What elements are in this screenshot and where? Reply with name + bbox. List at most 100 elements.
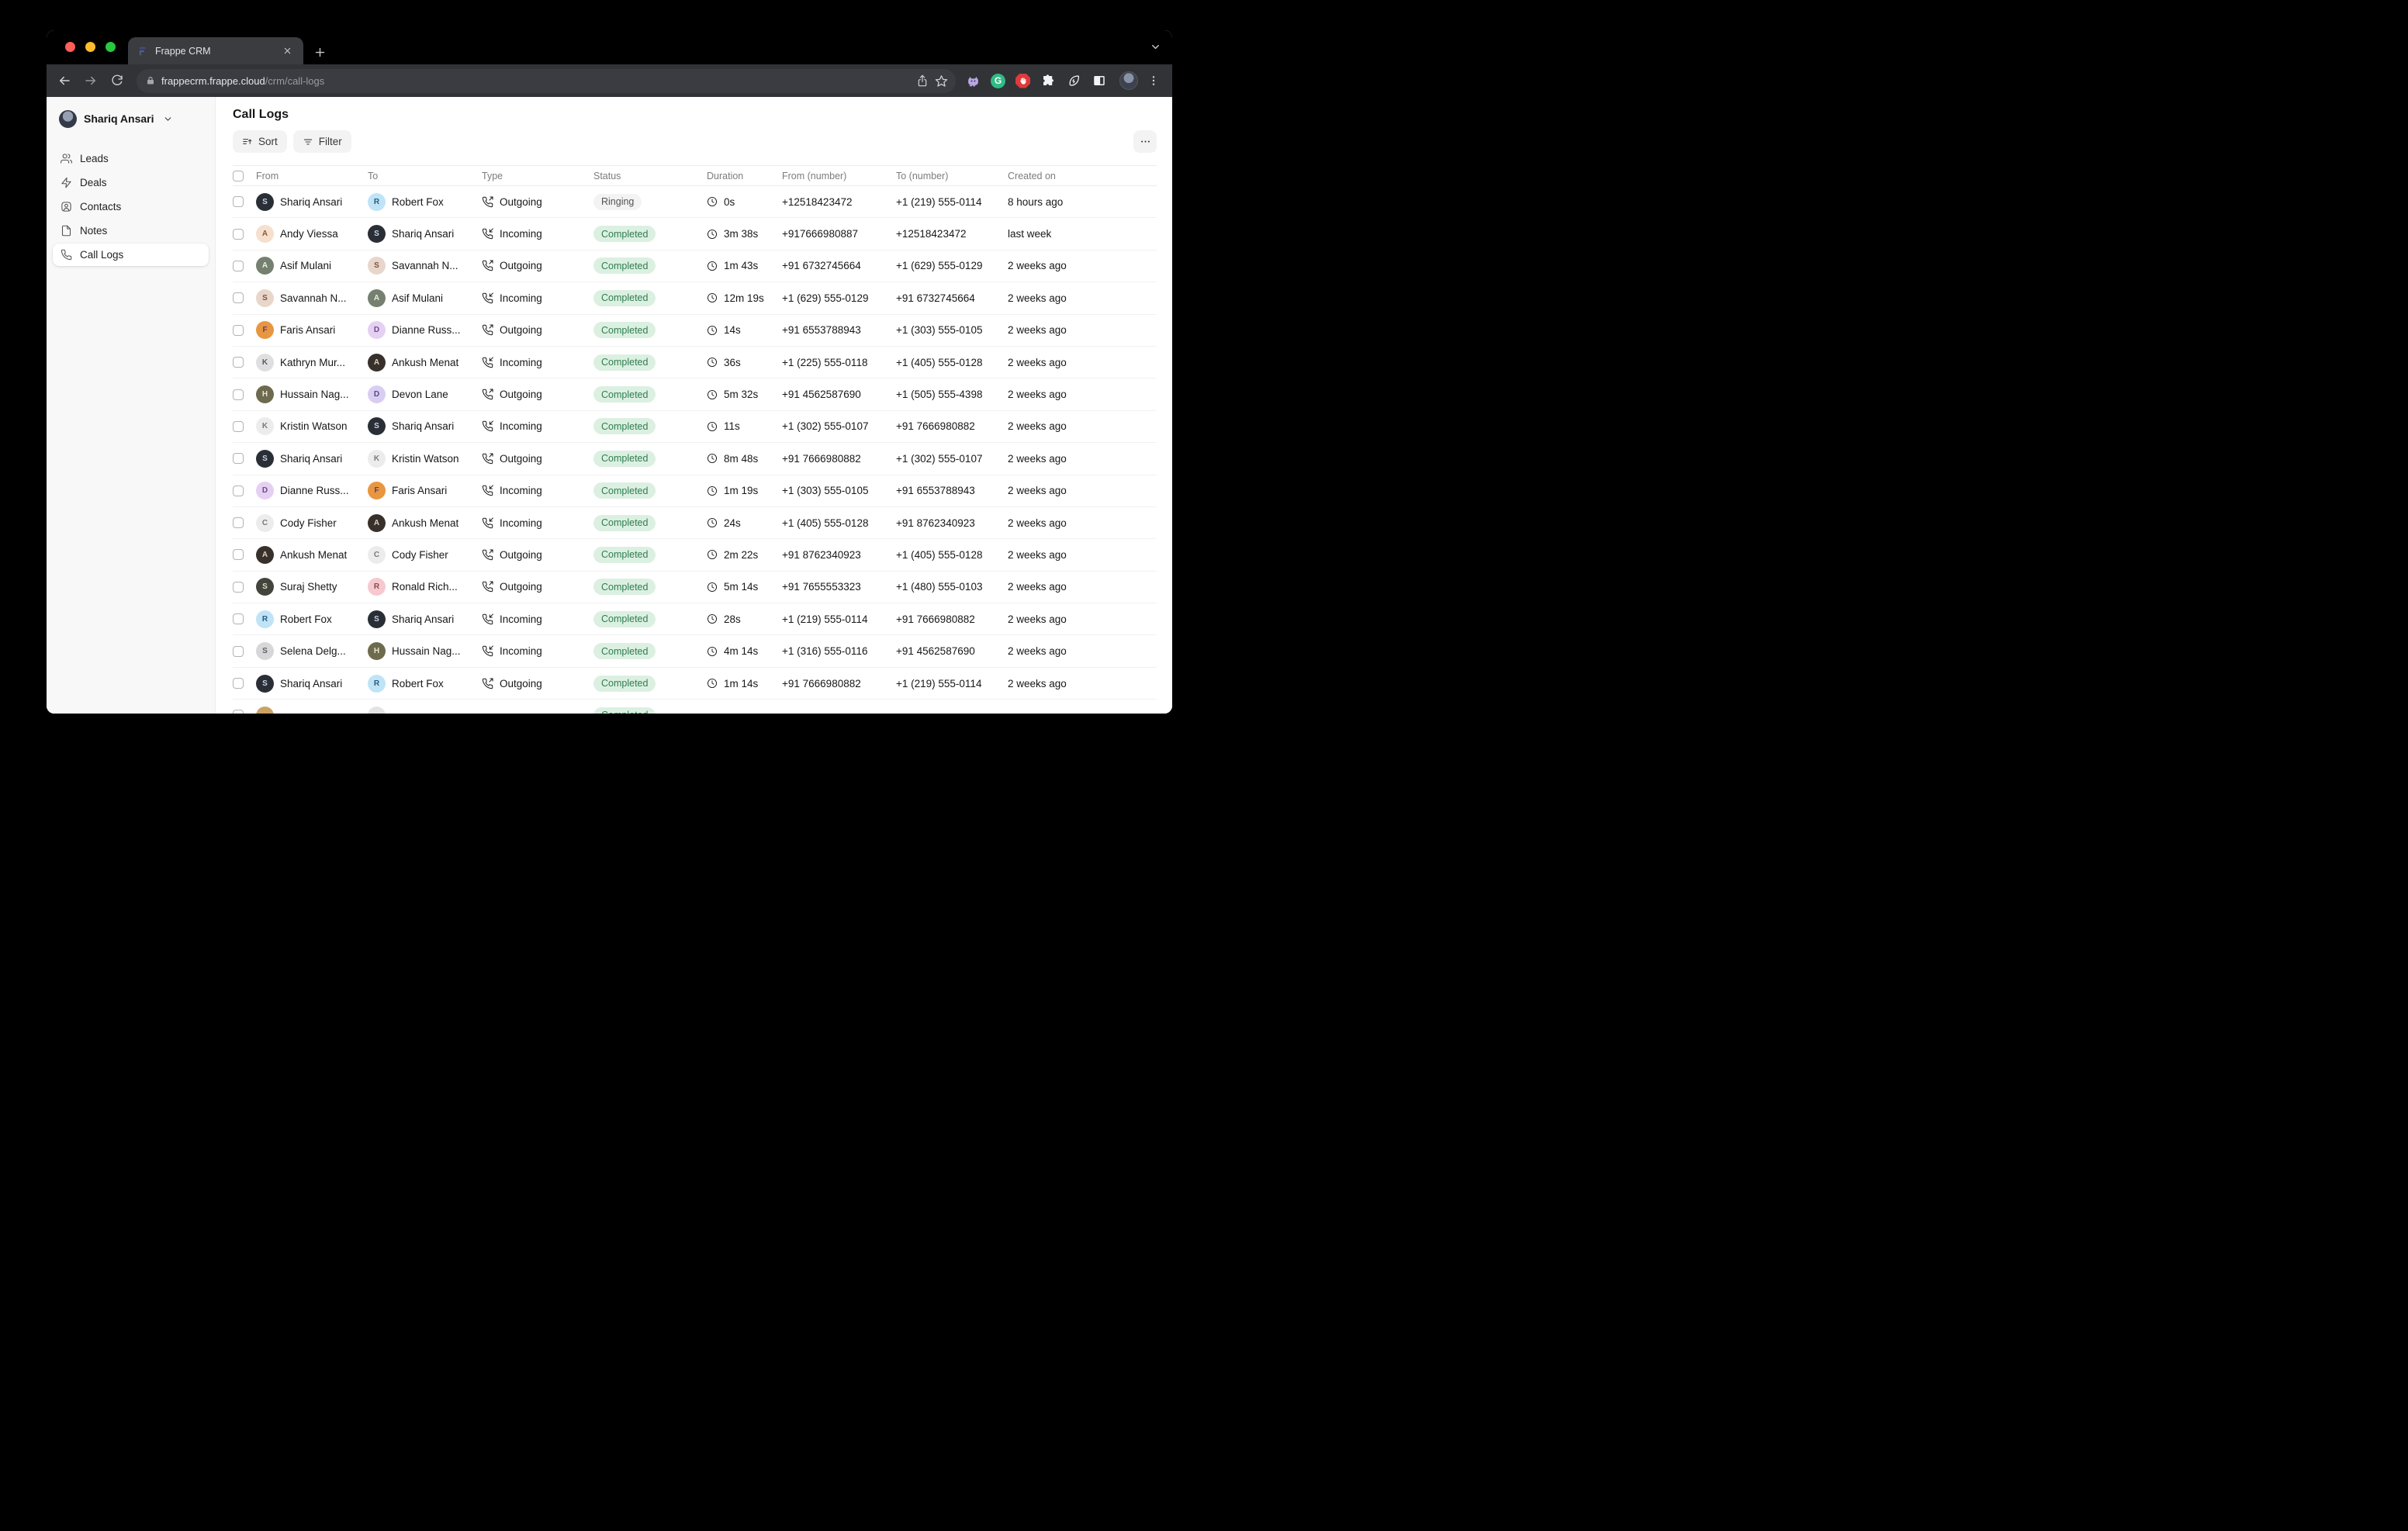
to-cell: A Asif Mulani <box>368 289 482 307</box>
to-cell: D Devon Lane <box>368 385 482 403</box>
table-row[interactable]: A Asif Mulani S Savannah N... Outgoing C… <box>233 251 1157 282</box>
share-icon[interactable] <box>916 74 929 87</box>
row-checkbox[interactable] <box>233 453 256 464</box>
frappe-favicon-icon <box>137 46 148 57</box>
table-row[interactable]: S Suraj Shetty R Ronald Rich... Outgoing… <box>233 572 1157 603</box>
row-checkbox[interactable] <box>233 549 256 560</box>
table-row[interactable]: K Kathryn Mur... A Ankush Menat Incoming… <box>233 347 1157 378</box>
sidebar-item-leads[interactable]: Leads <box>53 147 209 170</box>
tab-search-chevron-icon[interactable] <box>1150 41 1161 53</box>
lock-icon[interactable] <box>146 76 155 85</box>
minimize-window-button[interactable] <box>85 42 95 52</box>
table-row[interactable]: Completed <box>233 700 1157 714</box>
zoom-window-button[interactable] <box>106 42 116 52</box>
sidebar-item-deals[interactable]: Deals <box>53 171 209 194</box>
row-checkbox[interactable] <box>233 389 256 400</box>
row-checkbox[interactable] <box>233 646 256 657</box>
close-window-button[interactable] <box>65 42 75 52</box>
bookmark-star-icon[interactable] <box>935 74 948 88</box>
new-tab-button[interactable] <box>314 47 326 58</box>
table-row[interactable]: D Dianne Russ... F Faris Ansari Incoming… <box>233 475 1157 507</box>
back-icon[interactable] <box>53 69 76 92</box>
row-checkbox[interactable] <box>233 325 256 336</box>
more-options-button[interactable] <box>1133 130 1157 153</box>
table-row[interactable]: F Faris Ansari D Dianne Russ... Outgoing… <box>233 315 1157 347</box>
avatar: S <box>256 675 274 693</box>
row-checkbox[interactable] <box>233 582 256 593</box>
table-body: S Shariq Ansari R Robert Fox Outgoing Ri… <box>233 186 1157 714</box>
octopus-extension-icon[interactable] <box>965 73 981 88</box>
phone-incoming-icon <box>482 613 493 625</box>
duration-cell: 2m 22s <box>707 549 782 561</box>
side-panel-extension-icon[interactable] <box>1092 73 1107 88</box>
avatar: D <box>368 385 386 403</box>
table-row[interactable]: A Ankush Menat C Cody Fisher Outgoing Co… <box>233 539 1157 571</box>
adblock-extension-icon[interactable] <box>1015 74 1030 88</box>
forward-icon[interactable] <box>79 69 102 92</box>
tab-strip: Frappe CRM <box>47 30 1172 64</box>
row-checkbox[interactable] <box>233 517 256 528</box>
clock-icon <box>707 229 718 240</box>
filter-button[interactable]: Filter <box>293 130 351 153</box>
table-row[interactable]: H Hussain Nag... D Devon Lane Outgoing C… <box>233 378 1157 410</box>
table-row[interactable]: K Kristin Watson S Shariq Ansari Incomin… <box>233 411 1157 443</box>
call-logs-icon <box>60 249 72 261</box>
browser-menu-kebab-icon[interactable] <box>1144 74 1163 87</box>
to-cell: H Hussain Nag... <box>368 642 482 660</box>
type-cell: Incoming <box>482 420 593 432</box>
clock-icon <box>707 453 718 464</box>
energy-saver-extension-icon[interactable] <box>1066 73 1081 88</box>
table-row[interactable]: S Selena Delg... H Hussain Nag... Incomi… <box>233 635 1157 667</box>
from-cell: S Shariq Ansari <box>256 450 368 468</box>
table-row[interactable]: C Cody Fisher A Ankush Menat Incoming Co… <box>233 507 1157 539</box>
select-all-checkbox[interactable] <box>233 171 256 181</box>
row-checkbox[interactable] <box>233 613 256 624</box>
browser-profile-avatar[interactable] <box>1119 71 1138 90</box>
status-cell: Completed <box>593 515 707 531</box>
sort-button[interactable]: Sort <box>233 130 287 153</box>
status-cell: Completed <box>593 643 707 659</box>
sidebar-item-contacts[interactable]: Contacts <box>53 195 209 218</box>
contacts-icon <box>60 201 72 213</box>
user-dropdown[interactable]: Shariq Ansari <box>47 107 215 130</box>
sidebar-item-notes[interactable]: Notes <box>53 219 209 242</box>
type-cell: Outgoing <box>482 389 593 400</box>
clock-icon <box>707 486 718 496</box>
puzzle-extension-icon[interactable] <box>1040 73 1056 88</box>
row-checkbox[interactable] <box>233 196 256 207</box>
avatar: S <box>256 289 274 307</box>
row-checkbox[interactable] <box>233 261 256 271</box>
browser-tab[interactable]: Frappe CRM <box>128 37 303 64</box>
row-checkbox[interactable] <box>233 357 256 368</box>
to-cell: R Ronald Rich... <box>368 578 482 596</box>
row-checkbox[interactable] <box>233 486 256 496</box>
table-row[interactable]: S Savannah N... A Asif Mulani Incoming C… <box>233 282 1157 314</box>
reload-icon[interactable] <box>106 69 129 92</box>
column-from-number: From (number) <box>782 171 896 181</box>
type-cell: Incoming <box>482 645 593 657</box>
table-row[interactable]: S Shariq Ansari R Robert Fox Outgoing Ri… <box>233 186 1157 218</box>
to-number-cell: +1 (405) 555-0128 <box>896 549 1008 561</box>
row-checkbox[interactable] <box>233 678 256 689</box>
url-text: frappecrm.frappe.cloud/crm/call-logs <box>161 75 910 87</box>
from-cell: K Kathryn Mur... <box>256 354 368 372</box>
grammarly-extension-icon[interactable]: G <box>991 74 1005 88</box>
sidebar-item-call-logs[interactable]: Call Logs <box>53 244 209 266</box>
duration-cell: 8m 48s <box>707 453 782 465</box>
row-checkbox[interactable] <box>233 710 256 714</box>
table-row[interactable]: A Andy Viessa S Shariq Ansari Incoming C… <box>233 218 1157 250</box>
from-cell: H Hussain Nag... <box>256 385 368 403</box>
row-checkbox[interactable] <box>233 421 256 432</box>
status-badge: Completed <box>593 515 656 531</box>
table-row[interactable]: S Shariq Ansari K Kristin Watson Outgoin… <box>233 443 1157 475</box>
row-checkbox[interactable] <box>233 229 256 240</box>
row-checkbox[interactable] <box>233 292 256 303</box>
tab-close-icon[interactable] <box>279 45 296 57</box>
table-row[interactable]: S Shariq Ansari R Robert Fox Outgoing Co… <box>233 668 1157 700</box>
clock-icon <box>707 613 718 624</box>
table-row[interactable]: R Robert Fox S Shariq Ansari Incoming Co… <box>233 603 1157 635</box>
address-bar[interactable]: frappecrm.frappe.cloud/crm/call-logs <box>137 69 956 93</box>
user-avatar <box>59 110 77 128</box>
to-number-cell: +1 (405) 555-0128 <box>896 357 1008 368</box>
to-number-cell: +12518423472 <box>896 228 1008 240</box>
